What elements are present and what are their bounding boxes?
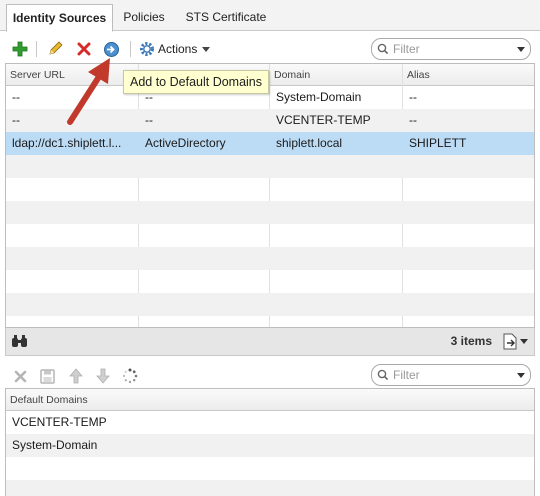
empty-row [6, 457, 534, 480]
gear-icon [140, 42, 154, 56]
filter-input[interactable] [393, 42, 513, 56]
tab-identity-sources[interactable]: Identity Sources [6, 4, 113, 32]
cell-server-url: -- [12, 113, 20, 127]
identity-sources-toolbar: Actions [0, 36, 540, 62]
cell-type: -- [145, 113, 153, 127]
filter-box[interactable] [371, 38, 531, 60]
cell-domain: VCENTER-TEMP [276, 113, 371, 127]
tooltip: Add to Default Domains [123, 70, 270, 94]
empty-row [6, 270, 534, 293]
cell-server-url: -- [12, 90, 20, 104]
cell-domain: System-Domain [276, 90, 362, 104]
chevron-down-icon [202, 46, 211, 52]
table-row[interactable]: -- -- System-Domain -- [6, 86, 534, 109]
search-icon [377, 369, 389, 381]
add-to-default-domains-icon[interactable] [102, 40, 120, 58]
move-down-icon[interactable] [94, 367, 112, 385]
actions-label: Actions [158, 42, 198, 56]
items-count: 3 items [450, 334, 492, 348]
empty-row [6, 178, 534, 201]
empty-row [6, 155, 534, 178]
delete-icon[interactable] [75, 40, 93, 58]
empty-row [6, 480, 534, 496]
grid-header: Server URL Domain Alias [6, 64, 534, 86]
chevron-down-icon[interactable] [517, 373, 525, 378]
column-header-domain[interactable]: Domain [270, 64, 403, 86]
actions-menu[interactable]: Actions [139, 40, 211, 58]
table-row[interactable]: -- -- VCENTER-TEMP -- [6, 109, 534, 132]
default-domains-toolbar [0, 364, 540, 388]
cell-alias: SHIPLETT [409, 136, 467, 150]
column-header-alias[interactable]: Alias [403, 64, 534, 86]
tab-bar: Identity Sources Policies STS Certificat… [0, 0, 540, 32]
chevron-down-icon [520, 339, 528, 344]
table-row-selected[interactable]: ldap://dc1.shiplett.l... ActiveDirectory… [6, 132, 534, 155]
binoculars-icon[interactable] [11, 334, 28, 351]
edit-icon[interactable] [46, 40, 64, 58]
list-item[interactable]: VCENTER-TEMP [6, 411, 534, 434]
tab-sts-certificate[interactable]: STS Certificate [176, 4, 276, 31]
save-icon[interactable] [38, 367, 56, 385]
cell-server-url: ldap://dc1.shiplett.l... [12, 136, 122, 150]
search-icon [377, 43, 389, 55]
export-icon[interactable] [502, 333, 528, 350]
cell-alias: -- [409, 113, 417, 127]
empty-row [6, 316, 534, 327]
remove-icon[interactable] [11, 367, 29, 385]
empty-row [6, 201, 534, 224]
list-item[interactable]: System-Domain [6, 434, 534, 457]
tab-policies[interactable]: Policies [114, 4, 174, 31]
empty-row [6, 224, 534, 247]
column-header-default-domains[interactable]: Default Domains [6, 389, 534, 411]
cell-type: ActiveDirectory [145, 136, 226, 150]
identity-sources-grid: Server URL Domain Alias -- -- System-Dom… [5, 63, 535, 328]
refresh-spinner-icon[interactable] [121, 367, 139, 385]
move-up-icon[interactable] [67, 367, 85, 385]
empty-row [6, 293, 534, 316]
filter-box[interactable] [371, 364, 531, 386]
add-icon[interactable] [11, 40, 29, 58]
cell-domain: shiplett.local [276, 136, 343, 150]
grid-footer: 3 items [5, 328, 535, 356]
column-header-server-url[interactable]: Server URL [6, 64, 139, 86]
cell-alias: -- [409, 90, 417, 104]
default-domains-grid: Default Domains VCENTER-TEMP System-Doma… [5, 388, 535, 496]
empty-row [6, 247, 534, 270]
filter-input[interactable] [393, 368, 513, 382]
chevron-down-icon[interactable] [517, 47, 525, 52]
